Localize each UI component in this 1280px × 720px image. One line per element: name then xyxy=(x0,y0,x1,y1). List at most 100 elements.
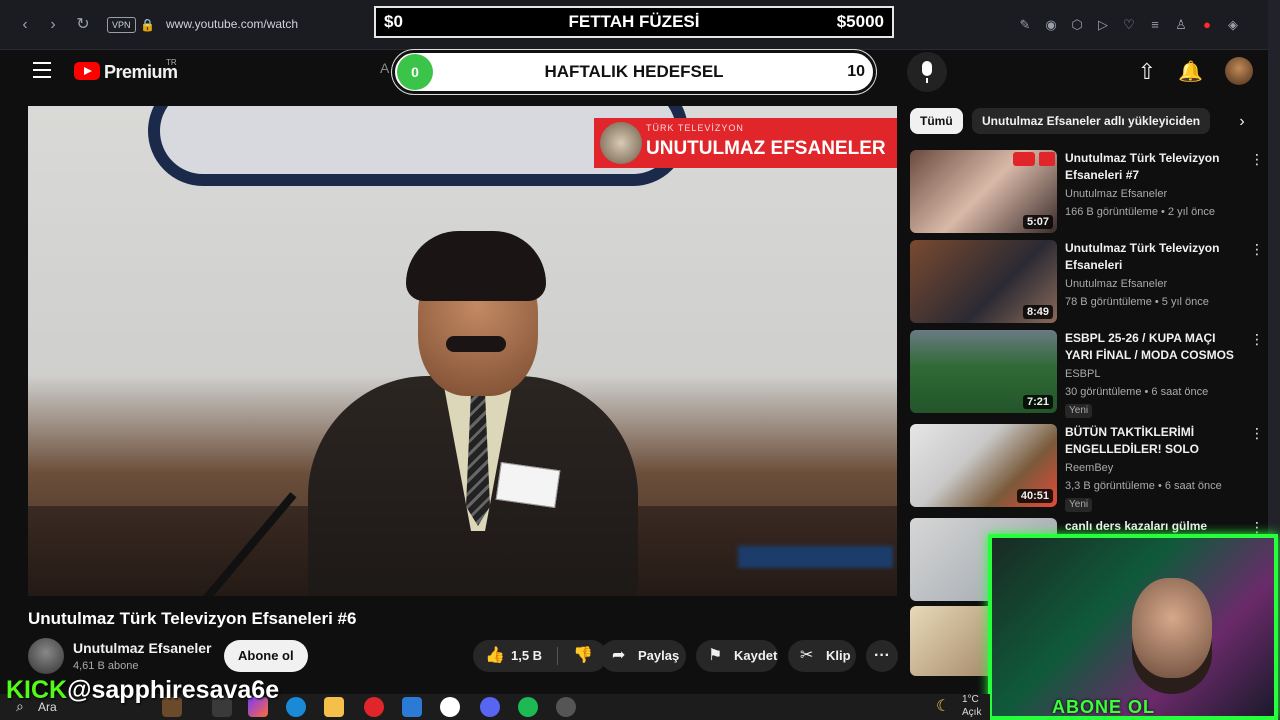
filter-chips: Tümü Unutulmaz Efsaneler adlı yükleyicid… xyxy=(910,108,1250,134)
recommendation-title[interactable]: BÜTÜN TAKTİKLERİMİ ENGELLEDİLER! SOLO RA… xyxy=(1065,424,1245,458)
kebab-menu-icon[interactable]: ⋮ xyxy=(1250,332,1264,346)
shield-icon[interactable]: ⬡ xyxy=(1070,14,1084,36)
kick-handle: @sapphiresava6e xyxy=(67,676,280,704)
recommendation-channel[interactable]: Unutulmaz Efsaneler xyxy=(1065,278,1167,290)
save-label: Kaydet xyxy=(734,648,778,663)
video-thumbnail[interactable]: 40:51 xyxy=(910,424,1057,507)
clip-button[interactable]: ✂ Klip xyxy=(788,640,856,672)
box-icon[interactable]: ◈ xyxy=(1226,14,1240,36)
watermark-title: UNUTULMAZ EFSANELER xyxy=(646,138,886,159)
notifications-icon[interactable]: 🔔 xyxy=(1178,60,1203,84)
profile-icon[interactable]: ♙ xyxy=(1174,14,1188,36)
share-button[interactable]: ➦ Paylaş xyxy=(600,640,686,672)
heart-icon[interactable]: ♡ xyxy=(1122,14,1136,36)
discord-icon[interactable] xyxy=(480,697,500,717)
kebab-menu-icon[interactable]: ⋮ xyxy=(1250,152,1264,166)
account-avatar[interactable] xyxy=(1225,57,1253,85)
address-bar[interactable]: www.youtube.com/watch xyxy=(166,17,298,31)
youtube-logo-icon[interactable] xyxy=(74,62,100,80)
goal-current-amount: $0 xyxy=(384,12,403,31)
more-actions-button[interactable]: ··· xyxy=(866,640,898,672)
recommendation-item[interactable]: 40:51 BÜTÜN TAKTİKLERİMİ ENGELLEDİLER! S… xyxy=(910,424,1264,512)
folder-icon[interactable] xyxy=(324,697,344,717)
goal-title: FETTAH FÜZESİ xyxy=(568,12,700,31)
edit-icon[interactable]: ✎ xyxy=(1018,14,1032,36)
vpn-badge[interactable]: VPN xyxy=(107,17,136,33)
video-title: Unutulmaz Türk Televizyon Efsaneleri #6 xyxy=(28,609,357,628)
recommendation-meta: 78 B görüntüleme • 5 yıl önce xyxy=(1065,296,1209,308)
camera-icon[interactable]: ◉ xyxy=(1044,14,1058,36)
forward-icon[interactable]: › xyxy=(42,14,64,36)
opera-icon[interactable] xyxy=(364,697,384,717)
weekly-goal-current: 0 xyxy=(397,54,433,90)
divider xyxy=(557,647,558,665)
kebab-menu-icon[interactable]: ⋮ xyxy=(1250,426,1264,440)
goal-target-amount: $5000 xyxy=(836,12,884,31)
record-icon[interactable]: ● xyxy=(1200,14,1214,36)
subscriber-count: 4,61 B abone xyxy=(73,660,139,672)
video-thumbnail[interactable]: 7:21 xyxy=(910,330,1057,413)
speaker-image xyxy=(278,216,658,596)
recommendation-title[interactable]: Unutulmaz Türk Televizyon Efsaneleri xyxy=(1065,240,1245,274)
kebab-menu-icon[interactable]: ⋮ xyxy=(1250,520,1264,534)
subscribe-button[interactable]: Abone ol xyxy=(224,640,308,672)
video-duration: 40:51 xyxy=(1016,489,1053,503)
kebab-menu-icon[interactable]: ⋮ xyxy=(1250,242,1264,256)
kick-brand: KICK xyxy=(6,676,68,704)
menu-icon[interactable] xyxy=(33,62,51,78)
new-badge: Yeni xyxy=(1065,404,1093,418)
kick-handle-overlay: KICK@sapphiresava6e xyxy=(6,676,279,705)
recommendation-title[interactable]: ESBPL 25-26 / KUPA MAÇI YARI FİNAL / MOD… xyxy=(1065,330,1245,364)
like-dislike-group: 👍 1,5 B 👎 xyxy=(473,640,607,672)
back-icon[interactable]: ‹ xyxy=(14,14,36,36)
bookmark-icon: ⚑ xyxy=(708,647,723,664)
list-icon[interactable]: ≡ xyxy=(1148,14,1162,36)
voice-search-icon[interactable] xyxy=(907,52,947,92)
browser-extension-icons: ✎ ◉ ⬡ ▷ ♡ ≡ ♙ ● ◈ xyxy=(1018,14,1240,36)
yandex-icon[interactable] xyxy=(440,697,460,717)
recommendation-title[interactable]: canlı ders kazaları gülme xyxy=(1065,518,1245,535)
stream-goal-overlay: FETTAH FÜZESİ $0 $5000 xyxy=(374,6,894,38)
edge-icon[interactable] xyxy=(286,697,306,717)
video-duration: 7:21 xyxy=(1022,395,1053,409)
chip-uploader[interactable]: Unutulmaz Efsaneler adlı yükleyiciden xyxy=(972,108,1211,134)
mail-icon[interactable] xyxy=(402,697,422,717)
recommendation-channel[interactable]: ESBPL xyxy=(1065,368,1100,380)
clip-label: Klip xyxy=(826,648,851,663)
recommendation-channel[interactable]: ReemBey xyxy=(1065,462,1113,474)
channel-avatar[interactable] xyxy=(28,638,64,674)
weekly-goal-target: 10 xyxy=(847,63,865,80)
chip-all[interactable]: Tümü xyxy=(910,108,963,134)
search-hint[interactable]: A xyxy=(380,60,389,76)
like-button[interactable]: 👍 1,5 B xyxy=(473,640,557,672)
chevron-right-icon[interactable]: › xyxy=(1232,112,1252,132)
upload-icon[interactable]: ⇧ xyxy=(1136,60,1158,84)
app-icon[interactable] xyxy=(556,697,576,717)
channel-badge-icon xyxy=(1039,152,1055,166)
spotify-icon[interactable] xyxy=(518,697,538,717)
new-badge: Yeni xyxy=(1065,498,1093,512)
video-duration: 8:49 xyxy=(1022,305,1053,319)
watermark-subtitle: TÜRK TELEVİZYON xyxy=(646,123,744,133)
recommendation-item[interactable]: 7:21 ESBPL 25-26 / KUPA MAÇI YARI FİNAL … xyxy=(910,330,1264,418)
webcam-overlay: ABONE OL xyxy=(988,534,1278,720)
youtube-badge-icon xyxy=(1013,152,1035,166)
recommendation-item[interactable]: 8:49 Unutulmaz Türk Televizyon Efsaneler… xyxy=(910,240,1264,324)
blurred-area xyxy=(738,546,893,568)
channel-name[interactable]: Unutulmaz Efsaneler xyxy=(73,640,211,656)
recommendation-channel[interactable]: Unutulmaz Efsaneler xyxy=(1065,188,1167,200)
lock-icon[interactable]: 🔒 xyxy=(140,16,155,34)
recommendation-meta: 30 görüntüleme • 6 saat önce xyxy=(1065,386,1209,398)
play-icon[interactable]: ▷ xyxy=(1096,14,1110,36)
recommendation-title[interactable]: Unutulmaz Türk Televizyon Efsaneleri #7 xyxy=(1065,150,1245,184)
region-code: TR xyxy=(166,58,177,67)
video-thumbnail[interactable]: 5:07 xyxy=(910,150,1057,233)
recommendation-item[interactable]: 5:07 Unutulmaz Türk Televizyon Efsaneler… xyxy=(910,150,1264,234)
reload-icon[interactable]: ↻ xyxy=(72,14,94,36)
video-thumbnail[interactable]: 8:49 xyxy=(910,240,1057,323)
weekly-goal-title: HAFTALIK HEDEFSEL xyxy=(544,62,724,81)
recommendation-meta: 166 B görüntüleme • 2 yıl önce xyxy=(1065,206,1215,218)
video-duration: 5:07 xyxy=(1022,215,1053,229)
save-button[interactable]: ⚑ Kaydet xyxy=(696,640,778,672)
video-player[interactable]: TÜRK TELEVİZYON UNUTULMAZ EFSANELER xyxy=(28,106,897,596)
